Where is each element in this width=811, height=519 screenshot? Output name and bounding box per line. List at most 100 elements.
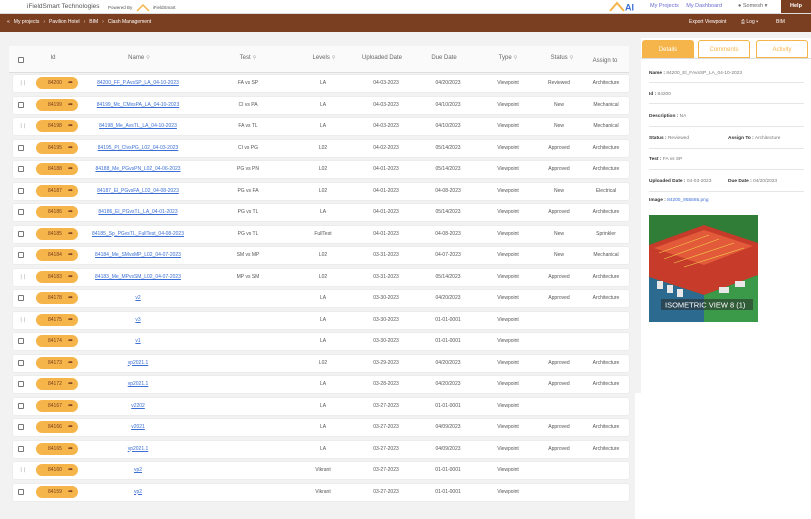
clash-thumbnail-image[interactable]: ISOMETRIC VIEW 8 (1) [649,215,758,322]
table-row[interactable]: 84188 ➦ 84188_Me_PGvsPN_L02_04-06-2023 PG v… [13,161,629,178]
col-levels[interactable]: Levels ⚲ [299,55,349,61]
cell-name[interactable]: 84186_El_PGvsTL_LA_04-01-2023 [68,209,208,215]
bim-button[interactable]: BIM [776,19,785,25]
cell-name[interactable]: 84199_Mc_CMxsPA_LA_04-10-2023 [68,102,208,108]
row-checkbox[interactable] [18,488,24,495]
cell-name[interactable]: vp2021.1 [68,381,208,387]
col-uploaded-date[interactable]: Uploaded Date [357,55,407,61]
cell-name[interactable]: 84195_Pl_CIvsPG_L02_04-03-2023 [68,145,208,151]
row-checkbox[interactable] [18,402,24,409]
cell-name[interactable]: 84187_El_PGvsFA_L02_04-08-2023 [68,188,208,194]
row-checkbox[interactable] [18,230,24,237]
drag-handle-icon[interactable]: ❘❘ [19,467,26,473]
search-icon[interactable]: ⚲ [570,55,574,61]
row-checkbox[interactable] [18,187,24,194]
cell-name[interactable]: v3 [68,317,208,323]
table-row[interactable]: 84178 ➦ v2 LA 03-30-2023 04/20/2023 Viewpoint A… [13,290,629,307]
col-assign-to[interactable]: Assign to [587,58,623,64]
divider [649,126,804,127]
cell-test: MP vs SM [236,273,260,280]
nav-my-dashboard[interactable]: My Dashboard [686,3,722,9]
row-checkbox[interactable] [18,209,24,215]
breadcrumb-item-projects[interactable]: My projects [14,19,40,25]
row-checkbox[interactable] [18,252,24,258]
table-row[interactable]: 84186 ➦ 84186_El_PGvsTL_LA_04-01-2023 PG vs… [13,204,629,221]
cell-name[interactable]: v2021 [68,424,208,430]
table-row[interactable]: 84184 ➦ 84184_Me_SMvsMP_L02_04-07-2023 SM v… [13,247,629,264]
breadcrumb-item-bim[interactable]: BIM [89,19,98,25]
cell-name[interactable]: vp2 [68,489,208,495]
panel-tabs: Details Comments Activity [641,38,811,59]
tab-activity[interactable]: Activity [756,40,808,58]
row-checkbox[interactable] [18,166,24,172]
col-test[interactable]: Test ⚲ [223,55,273,61]
table-row[interactable]: 84166 ➦ v2021 LA 03-27-2023 04/09/2023 Viewpoi… [13,419,629,436]
nav-my-projects[interactable]: My Projects [650,3,679,9]
table-row[interactable]: ❘❘ 84198 ➦ 84198_Me_AvsTL_LA_04-10-2023 FA v… [13,118,629,135]
log-dropdown[interactable]: ⎙ Log ▾ [741,19,758,25]
cell-name[interactable]: vp2021.1 [68,446,208,452]
cell-name[interactable]: v2202 [68,403,208,409]
drag-handle-icon[interactable]: ❘❘ [19,274,26,280]
isometric-view-image: ISOMETRIC VIEW 8 (1) [649,215,758,322]
table-row[interactable]: 84159 ➦ vp2 Vikrant 03-27-2023 01-01-0001 View… [13,483,629,501]
breadcrumb-item-project[interactable]: Pavilion Hotel [49,19,80,25]
col-id[interactable]: Id [46,55,60,61]
cell-name[interactable]: vp2 [68,467,208,473]
row-checkbox[interactable] [18,359,24,366]
export-viewpoint-button[interactable]: Export Viewpoint [689,19,726,25]
table-row[interactable]: 84165 ➦ vp2021.1 LA 03-27-2023 04/09/2023 View… [13,440,629,458]
cell-name[interactable]: v2 [68,295,208,301]
table-row[interactable]: 84167 ➦ v2202 LA 03-27-2023 01-01-0001 Viewpoi… [13,397,629,415]
table-row[interactable]: ❘❘ 84183 ➦ 84183_Me_MPvsSM_L02_04-07-2023 MP… [13,268,629,286]
search-icon[interactable]: ⚲ [332,55,336,61]
select-all-checkbox[interactable] [18,57,24,63]
help-button[interactable]: Help [781,0,811,13]
drag-handle-icon[interactable]: ❘❘ [19,317,26,323]
cell-type: Viewpoint [497,295,519,301]
cell-name[interactable]: 84198_Me_AvsTL_LA_04-10-2023 [68,123,208,129]
detail-image-link[interactable]: 84200_955565.png [667,198,708,203]
row-checkbox[interactable] [18,101,24,108]
row-checkbox[interactable] [18,381,24,387]
col-type[interactable]: Type ⚲ [483,55,533,61]
row-checkbox[interactable] [18,445,24,452]
cell-name[interactable]: v1 [68,338,208,344]
cell-name[interactable]: 84188_Me_PGvsPN_L02_04-06-2023 [68,166,208,172]
search-icon[interactable]: ⚲ [146,55,150,61]
cell-name[interactable]: vp2021.1 [68,360,208,366]
cell-name[interactable]: 84183_Me_MPvsSM_L02_04-07-2023 [68,274,208,280]
row-checkbox[interactable] [18,424,24,430]
col-due-date[interactable]: Due Date [419,55,469,61]
search-icon[interactable]: ⚲ [514,55,518,61]
tab-details[interactable]: Details [642,40,694,58]
table-row[interactable]: 84187 ➦ 84187_El_PGvsFA_L02_04-08-2023 PG v… [13,182,629,200]
cell-name[interactable]: 84200_FF_P.AvsSP_LA_04-10-2023 [68,80,208,86]
col-status[interactable]: Status ⚲ [537,55,587,61]
table-row[interactable]: 84199 ➦ 84199_Mc_CMxsPA_LA_04-10-2023 CI vs… [13,96,629,114]
col-name[interactable]: Name ⚲ [104,55,174,61]
id-value: 84200 [48,80,62,86]
table-row[interactable]: ❘❘ 84160 ➦ vp2 Vikrant 03-27-2023 01-01-0001 Vi… [13,462,629,479]
row-checkbox[interactable] [18,144,24,151]
thumbnail-caption: ISOMETRIC VIEW 8 (1) [665,301,746,310]
row-checkbox[interactable] [18,295,24,301]
table-row[interactable]: 84185 ➦ 84185_Sp_PGvsTL_FullTest_04-08-202… [13,225,629,243]
cell-due: 04/09/2023 [435,445,461,452]
table-row[interactable]: 84172 ➦ vp2021.1 LA 03-28-2023 04/20/2023 View… [13,376,629,393]
back-arrow-icon[interactable]: « [7,19,10,25]
cell-status: Approved [548,424,570,430]
tab-comments[interactable]: Comments [698,40,750,58]
table-row[interactable]: 84173 ➦ vp2021.1 L02 03-29-2023 04/20/2023 Vie… [13,354,629,372]
cell-name[interactable]: 84184_Me_SMvsMP_L02_04-07-2023 [68,252,208,258]
row-checkbox[interactable] [18,338,24,344]
user-menu[interactable]: ● Somesh ▾ [738,3,767,9]
table-row[interactable]: 84174 ➦ v1 LA 03-30-2023 01-01-0001 Viewpoint [13,333,629,350]
drag-handle-icon[interactable]: ❘❘ [19,123,26,129]
drag-handle-icon[interactable]: ❘❘ [19,80,26,86]
cell-name[interactable]: 84185_Sp_PGvsTL_FullTest_04-08-2023 [68,231,208,237]
table-row[interactable]: ❘❘ 84175 ➦ v3 LA 03-30-2023 01-01-0001 Viewpoin… [13,311,629,329]
table-row[interactable]: 84195 ➦ 84195_Pl_CIvsPG_L02_04-03-2023 CI v… [13,139,629,157]
table-row[interactable]: ❘❘ 84200 ➦ 84200_FF_P.AvsSP_LA_04-10-2023 FA… [13,75,629,92]
search-icon[interactable]: ⚲ [253,55,257,61]
